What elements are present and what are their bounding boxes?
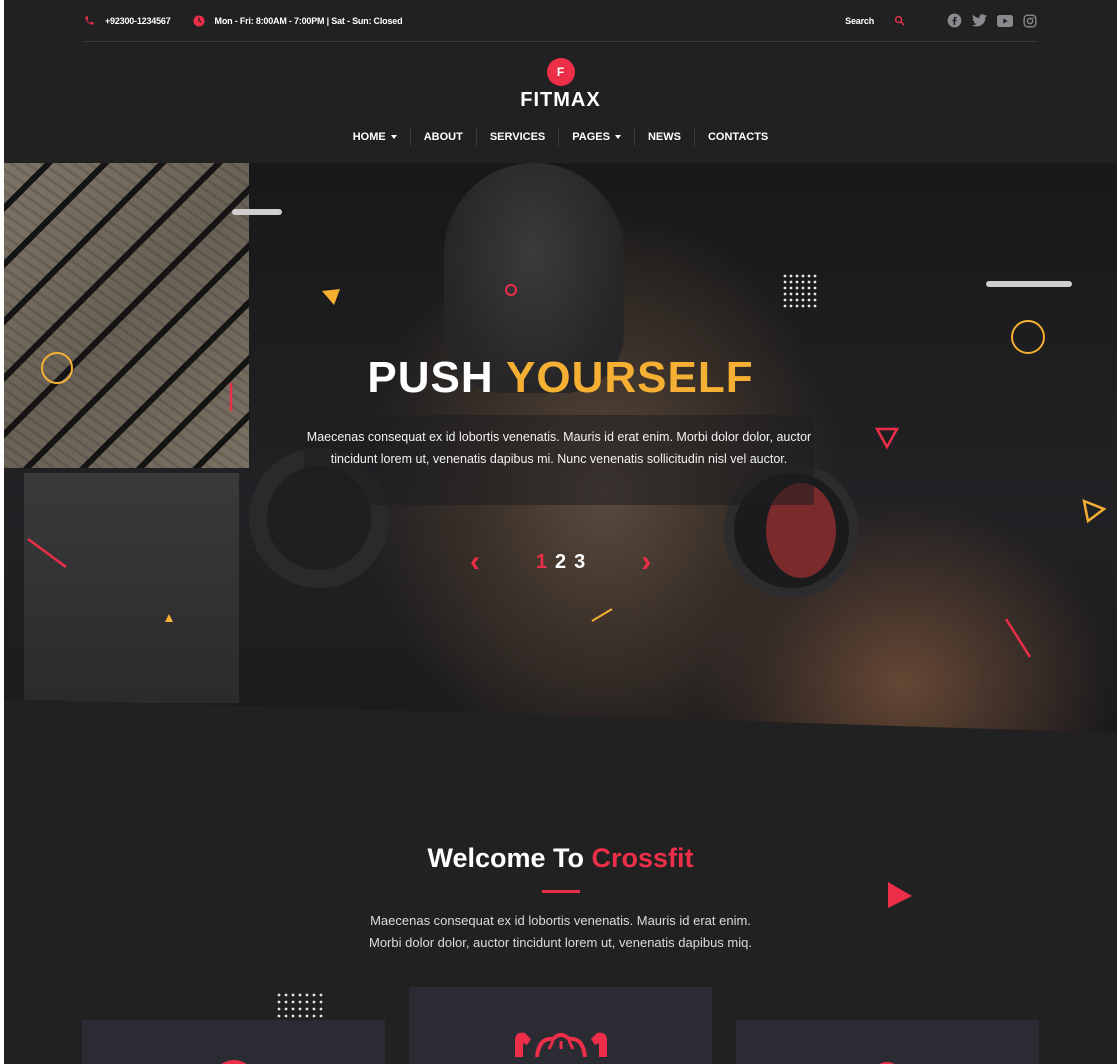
top-bar: +92300-1234567 Mon - Fri: 8:00AM - 7:00P… (84, 0, 1037, 42)
hero-slider: PUSH YOURSELF Maecenas consequat ex id l… (4, 163, 1117, 733)
triangle-deco-icon (1082, 498, 1107, 524)
triangle-deco-icon (165, 614, 173, 622)
nav-item-contacts[interactable]: CONTACTS (693, 128, 781, 146)
dot-grid-deco-icon (783, 274, 817, 308)
search-icon (894, 15, 905, 26)
triangle-deco-icon (874, 427, 900, 450)
dot-grid-deco-icon (277, 993, 323, 1018)
clock-icon (193, 15, 205, 26)
muscle-icon (515, 1032, 607, 1057)
twitter-icon[interactable] (972, 14, 987, 27)
circle-deco-icon (1011, 320, 1045, 354)
line-deco-icon (591, 608, 613, 622)
facebook-icon[interactable] (947, 13, 962, 28)
search-button[interactable]: Search (845, 15, 905, 26)
title-underline (541, 890, 580, 893)
triangle-deco-icon (322, 289, 340, 305)
welcome-section: Welcome To Crossfit Maecenas consequat e… (4, 843, 1117, 954)
line-deco-icon (1004, 618, 1032, 658)
opening-hours: Mon - Fri: 8:00AM - 7:00PM | Sat - Sun: … (193, 15, 403, 27)
service-icon (879, 1062, 895, 1064)
nav-item-services[interactable]: SERVICES (475, 128, 558, 146)
instagram-icon[interactable] (1023, 13, 1037, 28)
circle-deco-icon (505, 284, 517, 296)
phone-number: +92300-1234567 (105, 15, 171, 26)
welcome-title: Welcome To Crossfit (4, 843, 1117, 874)
welcome-title-accent: Crossfit (591, 843, 694, 873)
welcome-text-line2: Morbi dolor dolor, auctor tincidunt lore… (369, 935, 752, 950)
service-card[interactable] (82, 1020, 385, 1064)
page: +92300-1234567 Mon - Fri: 8:00AM - 7:00P… (4, 0, 1117, 1064)
hero-title-accent: YOURSELF (506, 353, 754, 402)
hero-bg-plywood (4, 163, 249, 468)
welcome-text-line1: Maecenas consequat ex id lobortis venena… (370, 913, 751, 928)
slide-dot-3[interactable]: 3 (574, 551, 585, 574)
nav-label-services: SERVICES (489, 131, 546, 143)
prev-slide-button[interactable]: ‹ (470, 547, 480, 577)
nav-label-about: ABOUT (423, 131, 463, 143)
site-logo[interactable]: F FITMAX (4, 58, 1117, 112)
nav-item-about[interactable]: ABOUT (409, 128, 476, 146)
slide-numbers: 1 2 3 (532, 551, 589, 574)
social-links (947, 13, 1037, 28)
phone-contact[interactable]: +92300-1234567 (84, 15, 171, 26)
next-slide-button[interactable]: › (641, 547, 651, 577)
hero-bg-block (24, 473, 239, 703)
hero-title: PUSH YOURSELF (4, 353, 1117, 403)
nav-item-news[interactable]: NEWS (633, 128, 694, 146)
slider-pager: ‹ 1 2 3 › (4, 547, 1117, 577)
slide-dot-1[interactable]: 1 (536, 551, 547, 574)
phone-icon (85, 16, 94, 25)
welcome-text: Maecenas consequat ex id lobortis venena… (4, 910, 1117, 954)
logo-badge: F (546, 58, 575, 86)
hero-bg-light (986, 281, 1072, 287)
hours-text: Mon - Fri: 8:00AM - 7:00PM | Sat - Sun: … (214, 15, 403, 26)
slide-dot-2[interactable]: 2 (555, 551, 566, 574)
hero-title-white: PUSH (367, 353, 494, 402)
welcome-title-white: Welcome To (427, 843, 584, 873)
main-nav: HOME ABOUT SERVICES PAGES NEWS CONTACTS (4, 128, 1117, 146)
nav-label-contacts: CONTACTS (707, 131, 769, 143)
caret-down-icon (614, 135, 621, 139)
hero-bg-light (232, 209, 282, 215)
nav-item-pages[interactable]: PAGES (558, 128, 634, 146)
youtube-icon[interactable] (997, 14, 1013, 27)
nav-item-home[interactable]: HOME (340, 128, 410, 146)
service-card[interactable] (409, 987, 712, 1064)
nav-label-news: NEWS (647, 131, 681, 143)
search-label: Search (845, 15, 874, 26)
nav-label-home: HOME (352, 131, 386, 143)
triangle-deco-icon (888, 882, 912, 908)
hero-description: Maecenas consequat ex id lobortis venena… (306, 430, 812, 466)
service-icon (221, 1060, 247, 1064)
service-card[interactable] (736, 1020, 1039, 1064)
caret-down-icon (390, 135, 397, 139)
nav-label-pages: PAGES (572, 131, 610, 143)
logo-name: FITMAX (520, 89, 601, 111)
